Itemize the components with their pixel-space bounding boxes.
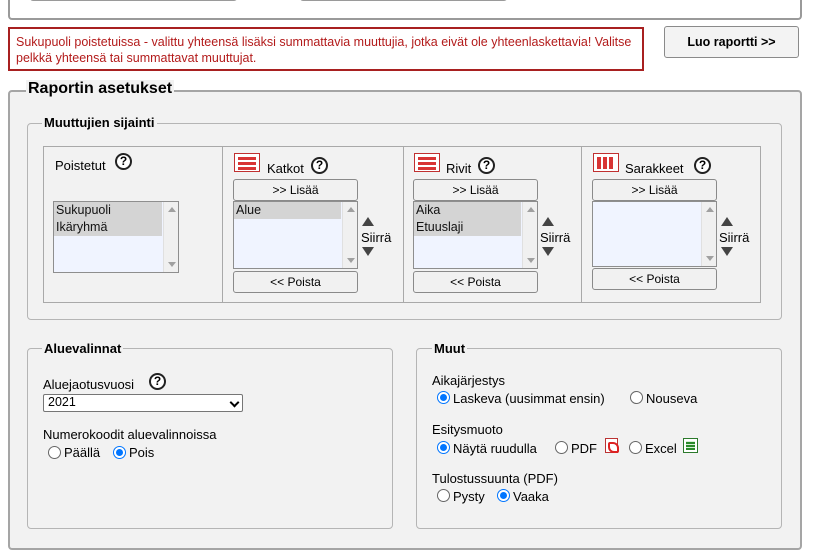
move-label-columns: Siirrä (719, 230, 750, 245)
listbox-scrollbar[interactable] (342, 202, 357, 268)
orientation-landscape-radio[interactable] (497, 489, 510, 502)
time-order-label: Aikajärjestys (432, 373, 505, 388)
region-year-select[interactable]: 2021 (43, 394, 243, 412)
move-up-icon[interactable] (362, 217, 374, 226)
list-item[interactable]: Sukupuoli (54, 202, 162, 219)
format-label: Esitysmuoto (432, 422, 503, 437)
list-item[interactable]: Alue (234, 202, 341, 219)
remove-columns-button[interactable]: << Poista (592, 268, 717, 290)
pdf-icon (605, 438, 619, 453)
listbox-scrollbar[interactable] (701, 202, 716, 266)
numeric-codes-on-label[interactable]: Päällä (64, 445, 100, 460)
error-message: Sukupuoli poistetuissa - valittu yhteens… (8, 27, 644, 71)
help-icon-breaks[interactable]: ? (311, 157, 328, 174)
top-control-right[interactable] (300, 0, 507, 1)
remove-rows-button[interactable]: << Poista (413, 271, 538, 293)
region-year-label: Aluejaotusvuosi (43, 377, 135, 392)
numeric-codes-label: Numerokoodit aluevalinnoissa (43, 427, 217, 442)
add-breaks-button[interactable]: >> Lisää (233, 179, 358, 201)
remove-breaks-button[interactable]: << Poista (233, 271, 358, 293)
list-item[interactable]: Ikäryhmä (54, 219, 162, 236)
report-settings-legend: Raportin asetukset (26, 80, 175, 98)
move-down-icon[interactable] (721, 247, 733, 256)
format-excel-radio[interactable] (629, 441, 642, 454)
listbox-scrollbar[interactable] (522, 202, 537, 268)
list-item[interactable]: Etuuslaji (414, 219, 521, 236)
help-icon-removed[interactable]: ? (115, 153, 132, 170)
help-icon-rows[interactable]: ? (478, 157, 495, 174)
add-rows-button[interactable]: >> Lisää (413, 179, 538, 201)
move-up-icon[interactable] (542, 217, 554, 226)
orientation-portrait-label[interactable]: Pysty (453, 489, 485, 504)
region-selections-legend: Aluevalinnat (42, 341, 124, 356)
move-down-icon[interactable] (362, 247, 374, 256)
rows-table-icon (414, 153, 440, 172)
format-screen-label[interactable]: Näytä ruudulla (453, 441, 537, 456)
orientation-landscape-label[interactable]: Vaaka (513, 489, 549, 504)
listbox-scrollbar[interactable] (163, 202, 178, 272)
top-control-left[interactable] (30, 0, 237, 1)
list-item[interactable]: Aika (414, 202, 521, 219)
format-pdf-label[interactable]: PDF (571, 441, 597, 456)
numeric-codes-on-radio[interactable] (48, 446, 61, 459)
removed-variables-list[interactable]: Sukupuoli Ikäryhmä (53, 201, 179, 273)
format-screen-radio[interactable] (437, 441, 450, 454)
rows-variables-list[interactable]: Aika Etuuslaji (413, 201, 538, 269)
columns-column-title: Sarakkeet (625, 161, 684, 176)
rows-column-title: Rivit (446, 161, 472, 176)
katkot-table-icon (234, 153, 260, 172)
print-orientation-label: Tulostussuunta (PDF) (432, 471, 558, 486)
other-settings-legend: Muut (432, 341, 468, 356)
orientation-portrait-radio[interactable] (437, 489, 450, 502)
top-section-frame (8, 0, 802, 20)
order-ascending-radio[interactable] (630, 391, 643, 404)
columns-variables-list[interactable] (592, 201, 717, 267)
order-descending-radio[interactable] (437, 391, 450, 404)
chevron-down-icon (229, 397, 240, 408)
columns-table-icon (593, 153, 619, 172)
move-label-breaks: Siirrä (361, 230, 392, 245)
move-label-rows: Siirrä (540, 230, 571, 245)
excel-icon (683, 438, 698, 453)
order-descending-label[interactable]: Laskeva (uusimmat ensin) (453, 391, 605, 406)
move-down-icon[interactable] (542, 247, 554, 256)
help-icon-region-year[interactable]: ? (149, 373, 166, 390)
help-icon-columns[interactable]: ? (694, 157, 711, 174)
move-up-icon[interactable] (721, 217, 733, 226)
format-pdf-radio[interactable] (555, 441, 568, 454)
variables-placement-legend: Muuttujien sijainti (42, 115, 157, 130)
region-year-value: 2021 (48, 395, 76, 409)
add-columns-button[interactable]: >> Lisää (592, 179, 717, 201)
breaks-column-title: Katkot (267, 161, 304, 176)
removed-column-title: Poistetut (55, 158, 106, 173)
create-report-button[interactable]: Luo raportti >> (664, 26, 799, 58)
numeric-codes-off-label[interactable]: Pois (129, 445, 154, 460)
format-excel-label[interactable]: Excel (645, 441, 677, 456)
breaks-variables-list[interactable]: Alue (233, 201, 358, 269)
numeric-codes-off-radio[interactable] (113, 446, 126, 459)
order-ascending-label[interactable]: Nouseva (646, 391, 697, 406)
